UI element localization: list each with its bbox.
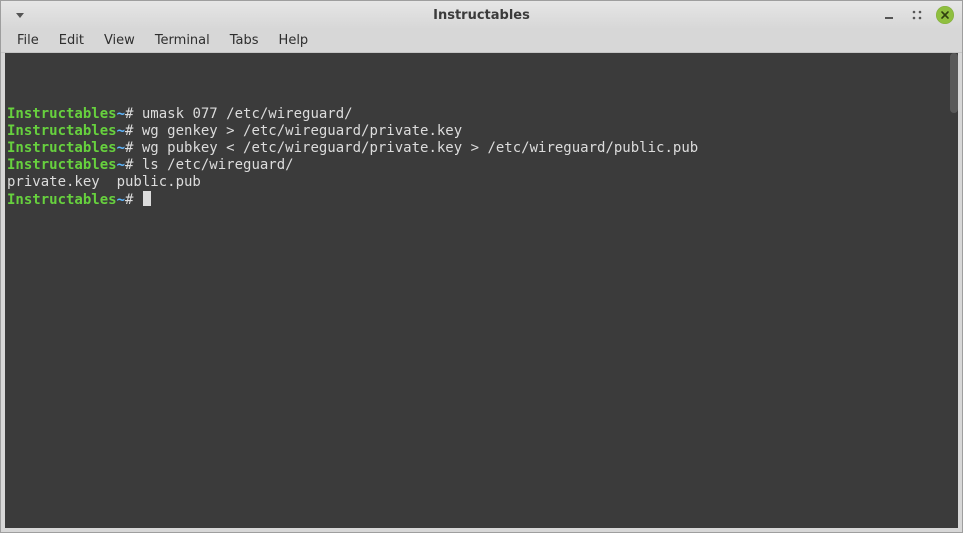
- scrollbar-thumb[interactable]: [950, 53, 958, 113]
- prompt-symbol: #: [125, 192, 142, 208]
- terminal-line: Instructables~# umask 077 /etc/wireguard…: [7, 106, 956, 123]
- command-text: wg pubkey < /etc/wireguard/private.key >…: [142, 140, 698, 156]
- terminal-window: Instructables File Edit View Terminal Ta…: [0, 0, 963, 533]
- command-text: wg genkey > /etc/wireguard/private.key: [142, 123, 462, 139]
- terminal-container: Instructables~# umask 077 /etc/wireguard…: [1, 53, 962, 532]
- titlebar[interactable]: Instructables: [1, 1, 962, 29]
- terminal-line: Instructables~# wg genkey > /etc/wiregua…: [7, 123, 956, 140]
- terminal-line: Instructables~# ls /etc/wireguard/: [7, 157, 956, 174]
- close-button[interactable]: [936, 6, 954, 24]
- prompt-symbol: #: [125, 123, 142, 139]
- prompt-host: Instructables: [7, 140, 117, 156]
- menu-help[interactable]: Help: [271, 31, 317, 50]
- cursor: [143, 191, 151, 206]
- menu-terminal[interactable]: Terminal: [147, 31, 218, 50]
- prompt-host: Instructables: [7, 192, 117, 208]
- terminal-line: Instructables~#: [7, 191, 956, 209]
- menu-view[interactable]: View: [96, 31, 143, 50]
- terminal[interactable]: Instructables~# umask 077 /etc/wireguard…: [5, 53, 958, 528]
- menubar: File Edit View Terminal Tabs Help: [1, 29, 962, 53]
- command-text: umask 077 /etc/wireguard/: [142, 106, 353, 122]
- prompt-host: Instructables: [7, 123, 117, 139]
- prompt-path: ~: [117, 140, 125, 156]
- prompt-host: Instructables: [7, 106, 117, 122]
- prompt-symbol: #: [125, 140, 142, 156]
- terminal-line: Instructables~# wg pubkey < /etc/wiregua…: [7, 140, 956, 157]
- menu-edit[interactable]: Edit: [51, 31, 92, 50]
- output-text: private.key public.pub: [7, 174, 201, 190]
- command-text: ls /etc/wireguard/: [142, 157, 294, 173]
- prompt-path: ~: [117, 123, 125, 139]
- window-menu-icon[interactable]: [11, 6, 29, 24]
- prompt-symbol: #: [125, 106, 142, 122]
- maximize-button[interactable]: [908, 6, 926, 24]
- prompt-path: ~: [117, 106, 125, 122]
- window-title: Instructables: [1, 8, 962, 23]
- terminal-line: private.key public.pub: [7, 174, 956, 191]
- menu-tabs[interactable]: Tabs: [222, 31, 267, 50]
- prompt-host: Instructables: [7, 157, 117, 173]
- prompt-symbol: #: [125, 157, 142, 173]
- menu-file[interactable]: File: [9, 31, 47, 50]
- prompt-path: ~: [117, 192, 125, 208]
- prompt-path: ~: [117, 157, 125, 173]
- minimize-button[interactable]: [880, 6, 898, 24]
